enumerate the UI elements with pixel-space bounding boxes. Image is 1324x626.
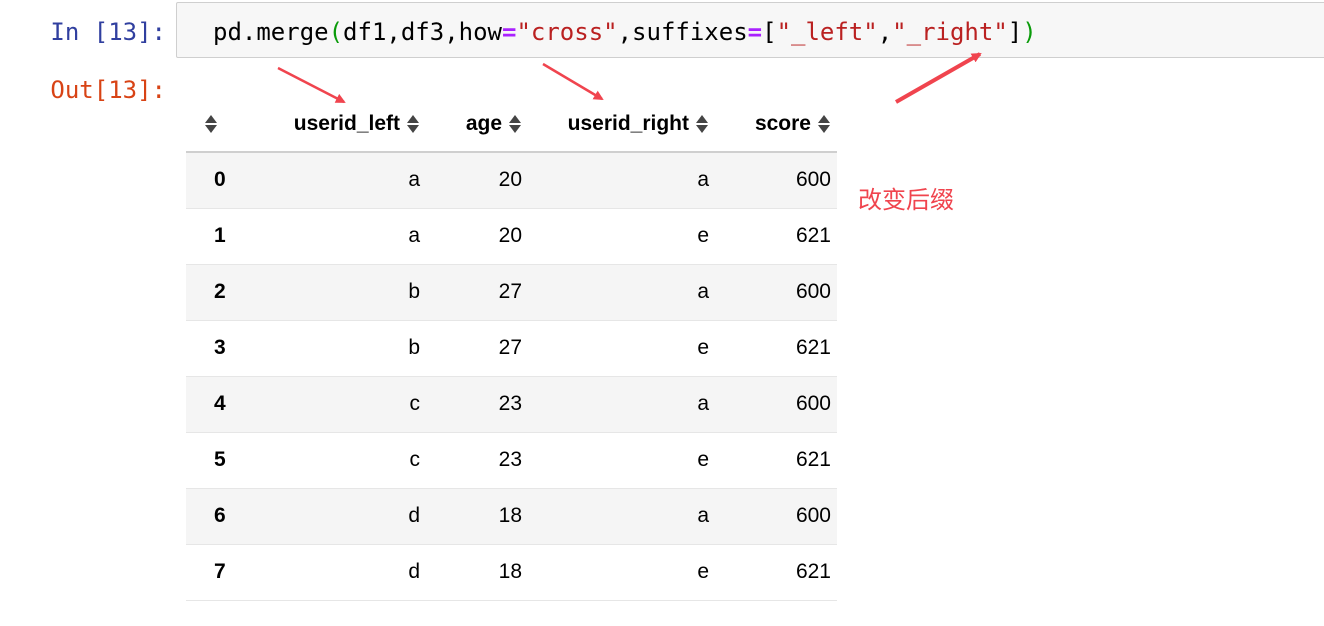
row-index: 6 bbox=[186, 488, 244, 545]
row-index: 7 bbox=[186, 544, 244, 601]
index-header[interactable] bbox=[186, 96, 244, 153]
cell-userid-right: a bbox=[528, 152, 715, 209]
column-header-age[interactable]: age bbox=[426, 96, 528, 153]
code-bracket-close: ] bbox=[1007, 18, 1023, 46]
cell-score: 621 bbox=[715, 320, 837, 377]
cell-userid-right: a bbox=[528, 376, 715, 433]
code-suffixes-kw: ,suffixes bbox=[617, 18, 748, 46]
cell-score: 600 bbox=[715, 264, 837, 321]
sort-icon[interactable] bbox=[508, 113, 522, 135]
row-index: 5 bbox=[186, 432, 244, 489]
sort-icon[interactable] bbox=[406, 113, 420, 135]
cell-age: 18 bbox=[426, 488, 528, 545]
cell-userid-left: c bbox=[244, 376, 426, 433]
cell-userid-right: a bbox=[528, 264, 715, 321]
arrow-to-userid-right bbox=[542, 62, 604, 101]
table-row: 4 c 23 a 600 bbox=[186, 376, 837, 433]
cell-score: 621 bbox=[715, 544, 837, 601]
cell-userid-right: a bbox=[528, 488, 715, 545]
row-index: 1 bbox=[186, 208, 244, 265]
sort-icon[interactable] bbox=[695, 113, 709, 135]
cell-age: 23 bbox=[426, 432, 528, 489]
code-open-paren: ( bbox=[328, 18, 344, 46]
cell-userid-right: e bbox=[528, 208, 715, 265]
sort-icon[interactable] bbox=[817, 113, 831, 135]
table-header-row: userid_left age userid_right score bbox=[186, 96, 837, 153]
cell-userid-left: c bbox=[244, 432, 426, 489]
cell-userid-left: d bbox=[244, 544, 426, 601]
row-index: 2 bbox=[186, 264, 244, 321]
code-close-paren: ) bbox=[1022, 18, 1037, 46]
cell-userid-left: b bbox=[244, 264, 426, 321]
row-index: 4 bbox=[186, 376, 244, 433]
cell-score: 621 bbox=[715, 208, 837, 265]
cell-userid-left: b bbox=[244, 320, 426, 377]
column-header-label: userid_right bbox=[567, 111, 689, 135]
cell-age: 20 bbox=[426, 152, 528, 209]
sort-icon[interactable] bbox=[204, 113, 218, 135]
code-comma: , bbox=[877, 18, 893, 46]
code-string-left: "_left" bbox=[776, 18, 878, 46]
cell-userid-left: a bbox=[244, 208, 426, 265]
code-bracket-open: [ bbox=[762, 18, 777, 46]
code-equals: = bbox=[502, 18, 517, 46]
column-header-score[interactable]: score bbox=[715, 96, 837, 153]
column-header-label: score bbox=[754, 111, 811, 135]
column-header-userid-left[interactable]: userid_left bbox=[244, 96, 426, 153]
arrow-to-suffixes bbox=[895, 52, 982, 104]
cell-userid-right: e bbox=[528, 432, 715, 489]
cell-userid-left: d bbox=[244, 488, 426, 545]
column-header-userid-right[interactable]: userid_right bbox=[528, 96, 715, 153]
column-header-label: age bbox=[465, 111, 502, 135]
cell-score: 600 bbox=[715, 152, 837, 209]
output-area: userid_left age userid_right score 0 a 2… bbox=[186, 96, 837, 601]
cell-age: 20 bbox=[426, 208, 528, 265]
code-line: pd.merge(df1,df3,how="cross",suffixes=["… bbox=[213, 17, 1037, 47]
code-function: pd.merge bbox=[213, 18, 329, 46]
input-prompt: In [13]: bbox=[50, 18, 166, 46]
cell-score: 600 bbox=[715, 488, 837, 545]
table-row: 5 c 23 e 621 bbox=[186, 432, 837, 489]
dataframe-table: userid_left age userid_right score 0 a 2… bbox=[186, 96, 837, 601]
code-string-right: "_right" bbox=[892, 18, 1008, 46]
table-row: 7 d 18 e 621 bbox=[186, 544, 837, 601]
cell-score: 621 bbox=[715, 432, 837, 489]
table-row: 2 b 27 a 600 bbox=[186, 264, 837, 321]
code-equals: = bbox=[747, 18, 763, 46]
code-args: df1,df3,how bbox=[343, 18, 502, 46]
column-header-label: userid_left bbox=[293, 111, 400, 135]
code-input-area[interactable]: pd.merge(df1,df3,how="cross",suffixes=["… bbox=[176, 2, 1324, 58]
table-row: 1 a 20 e 621 bbox=[186, 208, 837, 265]
annotation-text: 改变后缀 bbox=[858, 186, 954, 214]
cell-age: 18 bbox=[426, 544, 528, 601]
row-index: 0 bbox=[186, 152, 244, 209]
table-row: 0 a 20 a 600 bbox=[186, 152, 837, 209]
output-prompt: Out[13]: bbox=[50, 76, 166, 104]
cell-score: 600 bbox=[715, 376, 837, 433]
cell-age: 23 bbox=[426, 376, 528, 433]
cell-userid-left: a bbox=[244, 152, 426, 209]
code-string-cross: "cross" bbox=[516, 18, 618, 46]
cell-userid-right: e bbox=[528, 544, 715, 601]
row-index: 3 bbox=[186, 320, 244, 377]
table-row: 3 b 27 e 621 bbox=[186, 320, 837, 377]
cell-age: 27 bbox=[426, 264, 528, 321]
cell-age: 27 bbox=[426, 320, 528, 377]
cell-userid-right: e bbox=[528, 320, 715, 377]
table-row: 6 d 18 a 600 bbox=[186, 488, 837, 545]
